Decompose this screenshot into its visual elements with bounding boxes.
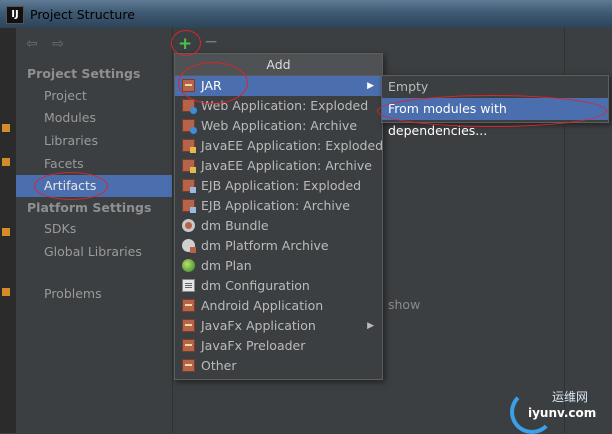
menu-item-javafx-application[interactable]: JavaFx Application ▶ xyxy=(175,316,382,336)
folder-icon xyxy=(2,158,10,166)
watermark-site-text: iyunv.com xyxy=(528,406,597,420)
menu-item-ejb-exploded[interactable]: EJB Application: Exploded xyxy=(175,176,382,196)
menu-item-android-application[interactable]: Android Application xyxy=(175,296,382,316)
other-icon xyxy=(182,359,195,372)
sidebar-item-project[interactable]: Project xyxy=(44,88,87,103)
submenu-arrow-icon: ▶ xyxy=(367,81,374,91)
menu-item-label: dm Plan xyxy=(201,258,252,273)
javaee-icon xyxy=(182,139,196,153)
project-structure-sidebar: ⇦ ⇨ Project Settings Project Modules Lib… xyxy=(16,28,173,433)
submenu-item-empty[interactable]: Empty xyxy=(382,76,608,98)
folder-icon xyxy=(2,124,10,132)
web-icon xyxy=(182,99,197,114)
menu-item-web-exploded[interactable]: Web Application: Exploded xyxy=(175,96,382,116)
folder-icon xyxy=(2,228,10,236)
ejb-icon xyxy=(182,199,196,213)
platform-icon xyxy=(182,239,196,253)
sidebar-item-problems[interactable]: Problems xyxy=(44,286,102,301)
ejb-icon xyxy=(182,179,196,193)
menu-item-dm-platform-archive[interactable]: dm Platform Archive xyxy=(175,236,382,256)
project-settings-header: Project Settings xyxy=(27,66,141,81)
menu-item-label: dm Bundle xyxy=(201,218,269,233)
platform-settings-header: Platform Settings xyxy=(27,200,152,215)
sidebar-item-sdks[interactable]: SDKs xyxy=(44,221,76,236)
plan-icon xyxy=(182,259,195,272)
menu-item-label: Web Application: Archive xyxy=(201,118,358,133)
background-editor-strip xyxy=(0,28,16,433)
menu-item-dm-bundle[interactable]: dm Bundle xyxy=(175,216,382,236)
menu-item-web-archive[interactable]: Web Application: Archive xyxy=(175,116,382,136)
window-title: Project Structure xyxy=(30,7,135,22)
config-icon xyxy=(182,279,195,292)
menu-item-label: JAR xyxy=(201,78,222,93)
menu-item-jar[interactable]: JAR ▶ xyxy=(175,76,382,96)
menu-item-ejb-archive[interactable]: EJB Application: Archive xyxy=(175,196,382,216)
submenu-item-from-modules[interactable]: From modules with dependencies... xyxy=(382,98,608,138)
forward-arrow-icon[interactable]: ⇨ xyxy=(52,36,64,52)
javaee-icon xyxy=(182,159,196,173)
jar-submenu: Empty From modules with dependencies... xyxy=(381,75,609,138)
menu-item-label: JavaFx Preloader xyxy=(201,338,306,353)
intellij-app-icon: IJ xyxy=(6,6,24,24)
menu-item-label: dm Configuration xyxy=(201,278,310,293)
sidebar-item-facets[interactable]: Facets xyxy=(44,156,84,171)
menu-item-javaee-archive[interactable]: JavaEE Application: Archive xyxy=(175,156,382,176)
jar-icon xyxy=(182,79,195,92)
menu-item-javaee-exploded[interactable]: JavaEE Application: Exploded xyxy=(175,136,384,156)
menu-item-dm-configuration[interactable]: dm Configuration xyxy=(175,276,382,296)
menu-item-label: JavaEE Application: Exploded xyxy=(201,138,384,153)
add-artifact-popup: Add JAR ▶ Web Application: Exploded Web … xyxy=(174,53,383,380)
android-icon xyxy=(182,299,195,312)
sidebar-item-modules[interactable]: Modules xyxy=(44,110,96,125)
sidebar-item-artifacts[interactable]: Artifacts xyxy=(16,175,172,197)
popup-header: Add xyxy=(175,54,382,76)
sidebar-item-libraries[interactable]: Libraries xyxy=(44,133,98,148)
sidebar-item-global-libraries[interactable]: Global Libraries xyxy=(44,244,142,259)
menu-item-dm-plan[interactable]: dm Plan xyxy=(175,256,382,276)
folder-icon xyxy=(2,288,10,296)
watermark-cn-text: 运维网 xyxy=(552,390,589,404)
menu-item-label: Web Application: Exploded xyxy=(201,98,369,113)
menu-item-label: Android Application xyxy=(201,298,324,313)
nav-arrows: ⇦ ⇨ xyxy=(26,36,74,52)
submenu-arrow-icon: ▶ xyxy=(367,321,374,331)
javafx-icon xyxy=(182,339,195,352)
menu-item-javafx-preloader[interactable]: JavaFx Preloader xyxy=(175,336,382,356)
menu-item-label: JavaFx Application xyxy=(201,318,316,333)
menu-item-label: dm Platform Archive xyxy=(201,238,329,253)
watermark: 运维网 iyunv.com xyxy=(506,386,612,434)
back-arrow-icon[interactable]: ⇦ xyxy=(26,36,38,52)
menu-item-label: Other xyxy=(201,358,237,373)
menu-item-label: EJB Application: Archive xyxy=(201,198,350,213)
javafx-icon xyxy=(182,319,195,332)
menu-item-label: JavaEE Application: Archive xyxy=(201,158,372,173)
menu-item-label: EJB Application: Exploded xyxy=(201,178,362,193)
remove-artifact-button[interactable]: − xyxy=(204,32,218,52)
main-hint-text: show xyxy=(388,297,421,312)
menu-item-other[interactable]: Other xyxy=(175,356,382,376)
add-artifact-button[interactable]: + xyxy=(178,34,192,54)
bundle-icon xyxy=(182,219,195,232)
window-titlebar: IJ Project Structure xyxy=(0,0,612,28)
web-icon xyxy=(182,119,197,134)
